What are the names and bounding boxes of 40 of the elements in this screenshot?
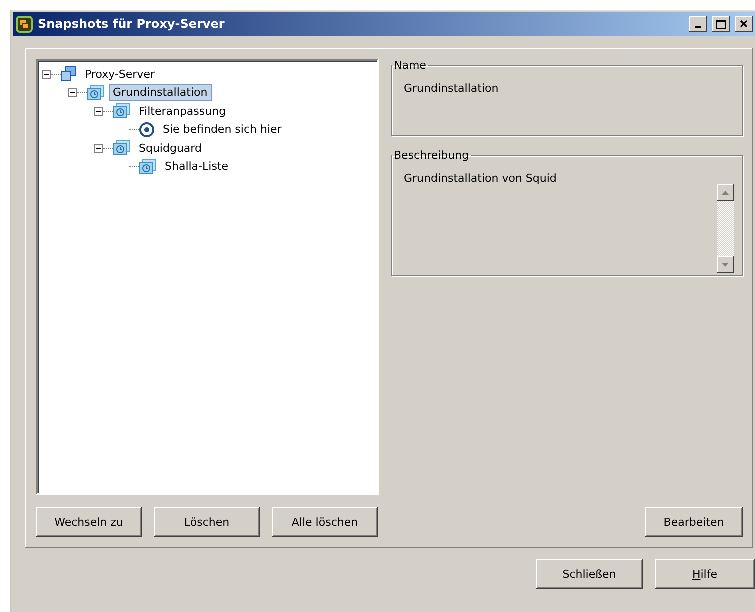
collapse-toggle[interactable] <box>94 106 103 116</box>
minimize-button[interactable] <box>689 16 707 32</box>
minus-icon <box>44 72 49 77</box>
window-title: Snapshots für Proxy-Server <box>38 17 226 31</box>
tree-action-button[interactable]: Wechseln zu <box>36 507 142 537</box>
maximize-button[interactable] <box>712 16 730 32</box>
name-value: Grundinstallation <box>404 82 499 95</box>
location-marker-icon <box>139 122 155 138</box>
help-button[interactable]: Hilfe <box>655 559 755 589</box>
up-arrow-icon <box>722 190 729 194</box>
snapshot-icon <box>139 158 157 175</box>
edit-button[interactable]: Bearbeiten <box>645 507 743 537</box>
minus-icon <box>70 90 75 96</box>
tree-item[interactable]: Squidguard <box>135 140 206 157</box>
down-arrow-icon <box>722 262 729 266</box>
description-value: Grundinstallation von Squid <box>404 172 557 185</box>
group-label: Name <box>393 59 428 72</box>
snapshot-icon <box>87 84 105 101</box>
tree-action-button[interactable]: Alle löschen <box>272 507 378 537</box>
tree-action-button[interactable]: Löschen <box>154 507 260 537</box>
dialog-button[interactable]: Schließen <box>536 559 643 589</box>
minus-icon <box>96 108 101 114</box>
maximize-icon <box>716 20 726 28</box>
tree-item[interactable]: Shalla-Liste <box>161 158 233 176</box>
tree-item[interactable]: Filteranpassung <box>135 102 230 120</box>
app-logo-icon <box>16 16 33 32</box>
tree-item[interactable]: Proxy-Server <box>81 66 159 83</box>
close-icon <box>740 20 748 28</box>
snapshot-icon <box>113 103 131 120</box>
snapshot-icon <box>113 140 131 156</box>
tree-item[interactable]: Grundinstallation <box>109 84 212 102</box>
minus-icon <box>96 146 101 151</box>
collapse-toggle[interactable] <box>42 70 51 79</box>
group-label: Beschreibung <box>393 149 470 162</box>
collapse-toggle[interactable] <box>94 144 103 153</box>
tree-item[interactable]: Sie befinden sich hier <box>159 121 286 138</box>
collapse-toggle[interactable] <box>68 88 77 98</box>
server-group-icon <box>61 66 77 82</box>
scrollbar[interactable] <box>717 184 734 273</box>
close-button[interactable] <box>735 16 753 32</box>
